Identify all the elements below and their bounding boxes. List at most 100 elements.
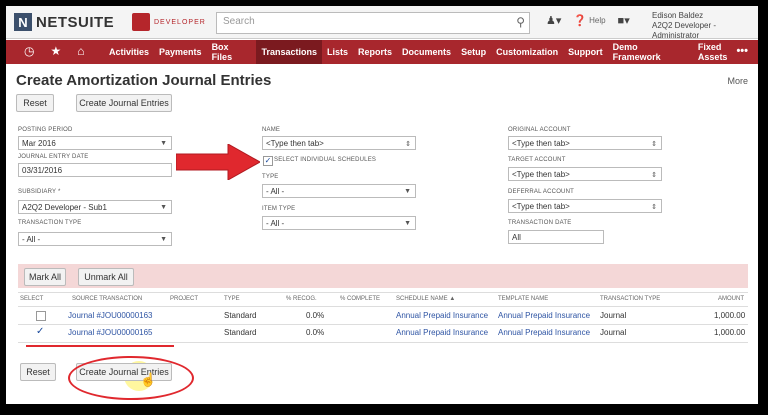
nav-demo-framework[interactable]: Demo Framework bbox=[608, 40, 693, 64]
journal-entry-date-input[interactable]: 03/31/2016 bbox=[18, 163, 172, 177]
col-header-amount[interactable]: AMOUNT bbox=[718, 296, 744, 302]
source-transaction-link[interactable]: Journal #JOU00000165 bbox=[68, 328, 153, 337]
item-type-select[interactable]: - All - ▼ bbox=[262, 216, 416, 230]
nav-setup[interactable]: Setup bbox=[456, 40, 491, 64]
nav-box-files[interactable]: Box Files bbox=[207, 40, 257, 64]
posting-period-label: POSTING PERIOD bbox=[18, 127, 73, 133]
subsidiary-label: SUBSIDIARY * bbox=[18, 189, 61, 195]
col-header-project[interactable]: PROJECT bbox=[170, 296, 198, 302]
col-header-transaction-type[interactable]: TRANSACTION TYPE bbox=[600, 296, 660, 302]
col-header-schedule-name[interactable]: SCHEDULE NAME ▲ bbox=[396, 296, 455, 302]
nav-reports[interactable]: Reports bbox=[353, 40, 397, 64]
reset-button-top[interactable]: Reset bbox=[16, 94, 54, 112]
more-link[interactable]: More bbox=[727, 76, 748, 86]
original-account-input[interactable]: <Type then tab> ⇕ bbox=[508, 136, 662, 150]
user-menu[interactable]: Edison Baldez A2Q2 Developer - Administr… bbox=[652, 11, 758, 41]
col-header-type[interactable]: TYPE bbox=[224, 296, 240, 302]
col-header-template-name[interactable]: TEMPLATE NAME bbox=[498, 296, 548, 302]
chevron-down-icon: ▼ bbox=[160, 140, 167, 147]
schedule-name-link[interactable]: Annual Prepaid Insurance bbox=[396, 328, 488, 337]
nav-lists[interactable]: Lists bbox=[322, 40, 353, 64]
target-account-value: <Type then tab> bbox=[512, 169, 570, 179]
chevron-down-icon: ▼ bbox=[404, 220, 411, 227]
header-divider-top bbox=[18, 292, 748, 293]
red-underline-annotation bbox=[26, 345, 174, 347]
col-header-complete[interactable]: % COMPLETE bbox=[340, 296, 380, 302]
posting-period-select[interactable]: Mar 2016 ▼ bbox=[18, 136, 172, 150]
star-icon[interactable]: ★ bbox=[50, 44, 61, 58]
nav-payments[interactable]: Payments bbox=[154, 40, 207, 64]
nav-support[interactable]: Support bbox=[563, 40, 608, 64]
name-value: <Type then tab> bbox=[266, 138, 324, 148]
recent-icon[interactable]: ◷ bbox=[24, 44, 34, 58]
type-value: - All - bbox=[266, 186, 285, 196]
template-name-link[interactable]: Annual Prepaid Insurance bbox=[498, 328, 590, 337]
nav-activities[interactable]: Activities bbox=[104, 40, 154, 64]
create-journal-entries-button-top[interactable]: Create Journal Entries bbox=[76, 94, 172, 112]
red-circle-annotation bbox=[68, 356, 194, 400]
type-select[interactable]: - All - ▼ bbox=[262, 184, 416, 198]
select-individual-label: SELECT INDIVIDUAL SCHEDULES bbox=[274, 157, 377, 163]
user-avatar-icon[interactable]: ■▾ bbox=[618, 14, 630, 27]
col-header-source-transaction[interactable]: SOURCE TRANSACTION bbox=[72, 296, 142, 302]
search-placeholder: Search bbox=[223, 16, 255, 27]
chevron-down-icon: ▼ bbox=[160, 204, 167, 211]
transaction-type-value: - All - bbox=[22, 234, 41, 244]
reset-button-bottom[interactable]: Reset bbox=[20, 363, 56, 381]
search-icon[interactable]: ⚲ bbox=[516, 15, 525, 29]
journal-entry-date-label: JOURNAL ENTRY DATE bbox=[18, 154, 89, 160]
original-account-value: <Type then tab> bbox=[512, 138, 570, 148]
red-arrow-annotation bbox=[176, 144, 260, 180]
col-header-select: SELECT bbox=[20, 296, 44, 302]
template-name-link[interactable]: Annual Prepaid Insurance bbox=[498, 311, 590, 320]
item-type-label: ITEM TYPE bbox=[262, 206, 296, 212]
home-icon[interactable]: ⌂ bbox=[77, 44, 84, 58]
row-select-checkbox[interactable]: ✓ bbox=[36, 327, 44, 337]
source-transaction-link[interactable]: Journal #JOU00000163 bbox=[68, 311, 153, 320]
global-search-input[interactable]: Search ⚲ bbox=[216, 12, 530, 34]
name-input[interactable]: <Type then tab> ⇕ bbox=[262, 136, 416, 150]
row-divider bbox=[18, 324, 748, 325]
col-header-recog[interactable]: % RECOG. bbox=[286, 296, 317, 302]
netsuite-logo[interactable]: N NETSUITE bbox=[14, 12, 114, 32]
nav-customization[interactable]: Customization bbox=[491, 40, 563, 64]
deferral-account-value: <Type then tab> bbox=[512, 201, 570, 211]
subsidiary-select[interactable]: A2Q2 Developer - Sub1 ▼ bbox=[18, 200, 172, 214]
netsuite-logo-mark: N bbox=[14, 13, 32, 31]
developer-icon bbox=[132, 13, 150, 31]
nav-more-menu[interactable]: ••• bbox=[736, 45, 748, 57]
recent-records-icon[interactable]: ♟▾ bbox=[546, 14, 561, 27]
type-label: TYPE bbox=[262, 174, 279, 180]
schedule-name-link[interactable]: Annual Prepaid Insurance bbox=[396, 311, 488, 320]
row-amount: 1,000.00 bbox=[714, 311, 746, 320]
row-recog: 0.0% bbox=[306, 311, 325, 320]
help-link[interactable]: Help bbox=[589, 16, 605, 25]
nav-transactions[interactable]: Transactions bbox=[256, 40, 323, 64]
target-account-input[interactable]: <Type then tab> ⇕ bbox=[508, 167, 662, 181]
original-account-label: ORIGINAL ACCOUNT bbox=[508, 127, 571, 133]
transaction-type-label: TRANSACTION TYPE bbox=[18, 220, 82, 226]
developer-badge-text: DEVELOPER bbox=[154, 18, 206, 26]
row-amount: 1,000.00 bbox=[714, 328, 746, 337]
select-individual-checkbox[interactable]: ✓ bbox=[263, 156, 273, 166]
updown-icon: ⇕ bbox=[651, 141, 657, 148]
unmark-all-button[interactable]: Unmark All bbox=[78, 268, 134, 286]
row-select-checkbox[interactable] bbox=[36, 311, 46, 321]
nav-documents[interactable]: Documents bbox=[397, 40, 456, 64]
transaction-type-select[interactable]: - All - ▼ bbox=[18, 232, 172, 246]
deferral-account-label: DEFERRAL ACCOUNT bbox=[508, 189, 574, 195]
updown-icon: ⇕ bbox=[405, 141, 411, 148]
transaction-date-label: TRANSACTION DATE bbox=[508, 220, 572, 226]
help-icon[interactable]: ❓ bbox=[573, 14, 587, 27]
mark-all-button[interactable]: Mark All bbox=[24, 268, 66, 286]
updown-icon: ⇕ bbox=[651, 204, 657, 211]
nav-fixed-assets[interactable]: Fixed Assets bbox=[693, 40, 758, 64]
netsuite-logo-text: NETSUITE bbox=[36, 13, 115, 31]
posting-period-value: Mar 2016 bbox=[22, 138, 56, 148]
target-account-label: TARGET ACCOUNT bbox=[508, 157, 566, 163]
transaction-date-select[interactable]: All bbox=[508, 230, 604, 244]
deferral-account-input[interactable]: <Type then tab> ⇕ bbox=[508, 199, 662, 213]
subsidiary-value: A2Q2 Developer - Sub1 bbox=[22, 202, 107, 212]
journal-entry-date-value: 03/31/2016 bbox=[22, 165, 63, 175]
row-type: Standard bbox=[224, 328, 257, 337]
